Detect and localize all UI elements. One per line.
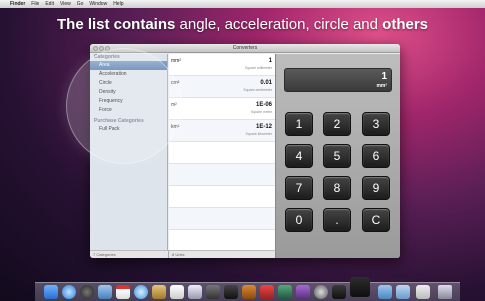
converters-window: Converters Categories Area Acceleration … <box>90 44 400 258</box>
categories-sidebar: Categories Area Acceleration Circle Dens… <box>90 54 168 250</box>
sidebar-item-density[interactable]: Density <box>90 88 167 97</box>
unit-value: 0.01 <box>260 80 272 86</box>
sidebar-item-force[interactable]: Force <box>90 106 167 115</box>
app-icon-3[interactable] <box>278 285 292 299</box>
purchase-categories-header: Purchase Categories <box>94 118 144 124</box>
menu-app-finder[interactable]: Finder <box>10 0 25 8</box>
caption-bold-others: others <box>382 16 428 33</box>
folder-icon[interactable] <box>378 285 392 299</box>
display-unit: mm² <box>376 83 387 89</box>
sidebar-item-area[interactable]: Area <box>90 61 167 70</box>
title-bar: Converters <box>90 44 400 53</box>
app-icon-4[interactable] <box>296 285 310 299</box>
menu-file[interactable]: File <box>31 0 39 8</box>
key-decimal[interactable]: . <box>323 208 351 232</box>
key-7[interactable]: 7 <box>285 176 313 200</box>
app-icon-6[interactable] <box>332 285 346 299</box>
key-6[interactable]: 6 <box>362 144 390 168</box>
menu-bar: Finder File Edit View Go Window Help <box>0 0 485 8</box>
sidebar-item-circle[interactable]: Circle <box>90 79 167 88</box>
unit-value: 1E-06 <box>255 102 272 108</box>
key-0[interactable]: 0 <box>285 208 313 232</box>
itunes-icon[interactable] <box>134 285 148 299</box>
trash-icon[interactable] <box>438 285 452 299</box>
window-title: Converters <box>232 45 258 51</box>
mail-icon[interactable] <box>98 285 112 299</box>
key-3[interactable]: 3 <box>362 112 390 136</box>
unit-row[interactable]: m² 1E-06 Square meter <box>169 98 275 120</box>
app-icon-1[interactable] <box>242 285 256 299</box>
unit-value: 1 <box>268 58 272 64</box>
ical-icon[interactable] <box>116 285 130 299</box>
key-4[interactable]: 4 <box>285 144 313 168</box>
unit-symbol: mm² <box>171 58 181 64</box>
units-list: mm² 1 Square millimeter cm² 0.01 Square … <box>169 54 275 250</box>
sidebar-item-frequency[interactable]: Frequency <box>90 97 167 106</box>
unit-name: Square centimeter <box>243 88 272 92</box>
key-8[interactable]: 8 <box>323 176 351 200</box>
unit-row[interactable]: mm² 1 Square millimeter <box>169 54 275 76</box>
unit-row-empty[interactable] <box>169 186 275 208</box>
documents-stack-icon[interactable] <box>416 285 430 299</box>
unit-row[interactable]: cm² 0.01 Square centimeter <box>169 76 275 98</box>
categories-header: Categories <box>94 54 120 60</box>
key-9[interactable]: 9 <box>362 176 390 200</box>
system-preferences-icon[interactable] <box>206 285 220 299</box>
converters-app-icon[interactable] <box>350 277 370 297</box>
caption-bold-part: The list contains <box>57 16 176 33</box>
menu-edit[interactable]: Edit <box>45 0 54 8</box>
downloads-folder-icon[interactable] <box>396 285 410 299</box>
preview-icon[interactable] <box>188 285 202 299</box>
caption-text: The list contains angle, acceleration, c… <box>0 16 485 33</box>
display-value: 1 <box>381 71 387 82</box>
unit-row-empty[interactable] <box>169 142 275 164</box>
menu-help[interactable]: Help <box>113 0 123 8</box>
unit-symbol: cm² <box>171 80 180 86</box>
unit-symbol: km² <box>171 124 180 130</box>
unit-name: Square millimeter <box>244 66 272 70</box>
unit-name: Square kilometer <box>245 132 272 136</box>
menu-go[interactable]: Go <box>77 0 84 8</box>
sidebar-item-full-pack[interactable]: Full Pack <box>90 125 167 134</box>
unit-row-empty[interactable] <box>169 208 275 230</box>
app-icon-2[interactable] <box>260 285 274 299</box>
unit-row[interactable]: km² 1E-12 Square kilometer <box>169 120 275 142</box>
menu-window[interactable]: Window <box>89 0 107 8</box>
unit-value: 1E-12 <box>255 124 272 130</box>
unit-name: Square meter <box>250 110 272 114</box>
terminal-icon[interactable] <box>224 285 238 299</box>
key-2[interactable]: 2 <box>323 112 351 136</box>
iphoto-icon[interactable] <box>152 285 166 299</box>
unit-row-empty[interactable] <box>169 164 275 186</box>
caption-normal-part: angle, acceleration, circle and <box>175 16 383 33</box>
app-store-icon[interactable] <box>170 285 184 299</box>
dashboard-icon[interactable] <box>80 285 94 299</box>
units-count: 8 Units <box>169 250 275 258</box>
sidebar-item-acceleration[interactable]: Acceleration <box>90 70 167 79</box>
key-clear[interactable]: C <box>362 208 390 232</box>
key-5[interactable]: 5 <box>323 144 351 168</box>
finder-icon[interactable] <box>44 285 58 299</box>
calculator-panel: 1 mm² 1 2 3 4 5 6 7 8 9 0 . C <box>275 54 400 258</box>
categories-count: 7 Categories <box>90 250 169 258</box>
calculator-display: 1 mm² <box>284 68 392 92</box>
app-icon-5[interactable] <box>314 285 328 299</box>
key-1[interactable]: 1 <box>285 112 313 136</box>
safari-icon[interactable] <box>62 285 76 299</box>
menu-view[interactable]: View <box>60 0 71 8</box>
unit-symbol: m² <box>171 102 177 108</box>
